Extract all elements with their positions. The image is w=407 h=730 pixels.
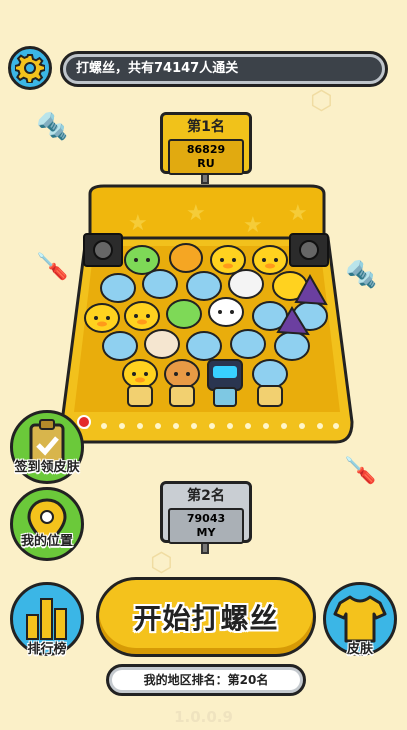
rank1-title: 第1名	[187, 119, 225, 135]
announcement-text: 打螺丝，共有74147人通关	[66, 57, 382, 81]
notification-dot	[77, 415, 91, 429]
bg-nut-icon: ⬡	[310, 86, 333, 116]
start-game-button[interactable]: 开始打螺丝	[96, 577, 316, 657]
svg-text:★: ★	[186, 201, 206, 226]
svg-text:★: ★	[288, 201, 308, 226]
region-rank-text: 我的地区排名：第20名	[112, 670, 300, 690]
champion-stage: ★★ ★★ ★★	[58, 180, 356, 448]
rank2-title: 第2名	[187, 488, 225, 504]
signin-skin-label: 签到领皮肤	[14, 460, 80, 475]
my-location-label: 我的位置	[20, 534, 73, 549]
announcement-marquee: 打螺丝，共有74147人通关	[60, 51, 388, 87]
bg-bolt-icon: 🔩	[36, 112, 69, 142]
rank2-score: 79043	[186, 512, 226, 525]
my-location-button[interactable]	[10, 487, 84, 561]
rank1-score: 86829	[186, 143, 226, 156]
svg-text:★: ★	[128, 211, 148, 236]
rank1-info: 86829 RU	[168, 139, 244, 175]
skin-label: 皮肤	[346, 642, 373, 657]
rank2-region: MY	[196, 526, 216, 539]
rank2-sign[interactable]: 第2名 79043 MY	[160, 481, 252, 544]
rank2-info: 79043 MY	[168, 508, 244, 544]
rank1-region: RU	[197, 157, 215, 170]
settings-button[interactable]	[8, 46, 52, 90]
rank1-sign[interactable]: 第1名 86829 RU	[160, 112, 252, 175]
region-rank-banner: 我的地区排名：第20名	[106, 664, 306, 696]
leaderboard-label: 排行榜	[27, 642, 67, 657]
bg-nut-icon: ⬡	[150, 548, 173, 578]
speaker-left-icon	[83, 233, 123, 267]
speaker-right-icon	[289, 233, 329, 267]
version-label: 1.0.0.9	[174, 708, 233, 726]
bg-screwdriver-icon: 🪛	[344, 456, 377, 486]
svg-text:★: ★	[243, 213, 263, 238]
gear-icon	[15, 54, 45, 83]
